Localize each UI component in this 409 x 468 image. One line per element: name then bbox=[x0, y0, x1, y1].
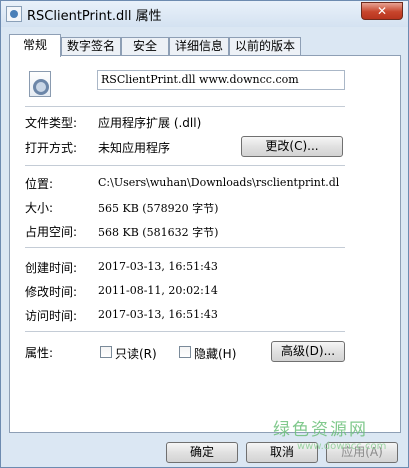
size-on-disk-value: 568 KB (581632 字节) bbox=[98, 226, 219, 239]
location-label: 位置: bbox=[25, 177, 54, 191]
separator bbox=[25, 165, 345, 166]
file-type-icon bbox=[29, 71, 51, 97]
attributes-label: 属性: bbox=[25, 346, 54, 360]
open-with-label: 打开方式: bbox=[25, 141, 78, 155]
size-value: 565 KB (578920 字节) bbox=[98, 202, 219, 215]
tab-previous-versions[interactable]: 以前的版本 bbox=[229, 37, 301, 56]
readonly-label[interactable]: 只读(R) bbox=[115, 345, 157, 362]
watermark-text: 绿色资源网 bbox=[273, 420, 368, 440]
modified-label: 修改时间: bbox=[25, 285, 78, 299]
size-label: 大小: bbox=[25, 201, 54, 215]
close-icon: ✕ bbox=[376, 4, 388, 18]
change-button[interactable]: 更改(C)... bbox=[241, 136, 343, 157]
file-type-value: 应用程序扩展 (.dll) bbox=[98, 116, 202, 130]
created-label: 创建时间: bbox=[25, 261, 78, 275]
separator bbox=[25, 331, 345, 332]
properties-dialog: RSClientPrint.dll 属性 ✕ 常规 数字签名 安全 详细信息 以… bbox=[0, 0, 409, 468]
close-button[interactable]: ✕ bbox=[361, 2, 403, 20]
accessed-label: 访问时间: bbox=[25, 309, 78, 323]
readonly-checkbox[interactable] bbox=[100, 346, 112, 358]
tab-details[interactable]: 详细信息 bbox=[169, 37, 229, 56]
separator bbox=[25, 106, 345, 107]
accessed-value: 2017-03-13, 16:51:43 bbox=[98, 308, 218, 321]
hidden-label[interactable]: 隐藏(H) bbox=[194, 345, 236, 362]
separator bbox=[25, 247, 345, 248]
window-title: RSClientPrint.dll 属性 bbox=[27, 9, 162, 24]
watermark-url: www.downcc.com bbox=[297, 441, 387, 452]
modified-value: 2011-08-11, 20:02:14 bbox=[98, 284, 218, 297]
ok-button[interactable]: 确定 bbox=[166, 442, 238, 463]
tab-security[interactable]: 安全 bbox=[121, 37, 169, 56]
open-with-value: 未知应用程序 bbox=[98, 141, 171, 155]
dll-file-icon bbox=[6, 6, 22, 22]
created-value: 2017-03-13, 16:51:43 bbox=[98, 260, 218, 273]
hidden-checkbox[interactable] bbox=[179, 346, 191, 358]
file-name-field[interactable]: RSClientPrint.dll www.downcc.com bbox=[97, 70, 345, 90]
location-value: C:\Users\wuhan\Downloads\rsclientprint.d… bbox=[98, 176, 340, 189]
size-on-disk-label: 占用空间: bbox=[25, 225, 78, 239]
advanced-button[interactable]: 高级(D)... bbox=[271, 341, 345, 362]
file-type-label: 文件类型: bbox=[25, 116, 78, 130]
tab-general[interactable]: 常规 bbox=[9, 34, 61, 57]
tab-digital-signatures[interactable]: 数字签名 bbox=[61, 37, 121, 56]
general-panel bbox=[9, 55, 401, 433]
title-bar[interactable]: RSClientPrint.dll 属性 ✕ bbox=[1, 1, 408, 27]
